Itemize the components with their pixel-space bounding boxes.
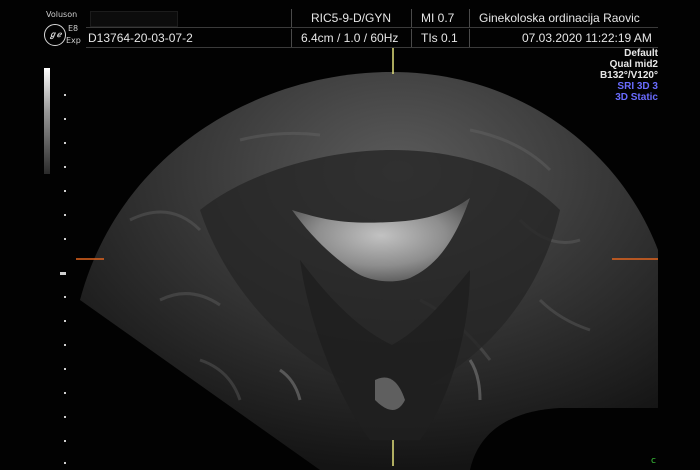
device-logo: Voluson E8 Exp ℊℯ [40, 10, 84, 50]
header-bar: Voluson E8 Exp ℊℯ RIC5-9-D/GYN MI 0.7 Gi… [0, 0, 700, 48]
clinic-label: Ginekoloska ordinacija Raovic [479, 11, 640, 25]
mi-label: MI 0.7 [421, 11, 455, 25]
preset-info: Default Qual mid2 B132°/V120° SRI 3D 3 3… [600, 48, 658, 103]
preset-line-1: Default [624, 48, 658, 59]
tis-label: TIs 0.1 [421, 31, 458, 45]
preset-line-5: 3D Static [615, 92, 658, 103]
ge-logo-icon: ℊℯ [44, 24, 66, 46]
preset-line-3: B132°/V120° [599, 70, 658, 81]
grayscale-bar [44, 68, 50, 174]
patient-id-label: D13764-20-03-07-2 [88, 31, 193, 45]
preset-line-2: Qual mid2 [609, 59, 658, 70]
model-mid-label: E8 [68, 24, 79, 33]
header-row-2: D13764-20-03-07-2 6.4cm / 1.0 / 60Hz TIs… [86, 29, 658, 48]
model-bottom-label: Exp [66, 36, 81, 45]
probe-label: RIC5-9-D/GYN [311, 11, 392, 25]
preset-line-4: SRI 3D 3 [617, 81, 658, 92]
corner-mark: c [651, 456, 656, 466]
datetime-label: 07.03.2020 11:22:19 AM [522, 31, 652, 45]
ultrasound-scan-image [0, 48, 658, 470]
model-top-label: Voluson [46, 10, 78, 19]
ultrasound-screen: Voluson E8 Exp ℊℯ RIC5-9-D/GYN MI 0.7 Gi… [0, 0, 700, 470]
depth-params-label: 6.4cm / 1.0 / 60Hz [301, 31, 399, 45]
header-row-1: RIC5-9-D/GYN MI 0.7 Ginekoloska ordinaci… [86, 9, 658, 28]
